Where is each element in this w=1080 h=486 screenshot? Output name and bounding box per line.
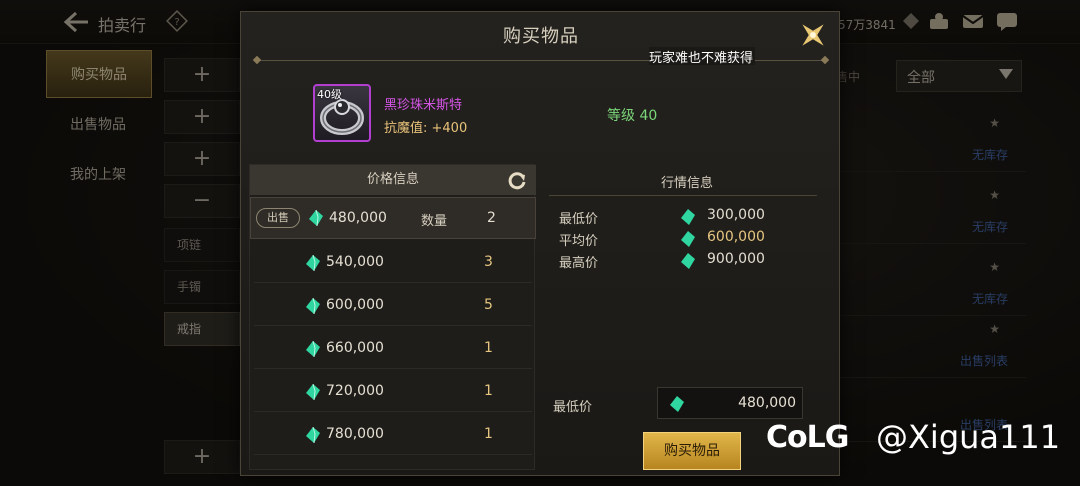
gem-icon: [306, 341, 320, 357]
min-price-label: 最低价: [559, 212, 599, 227]
gem-icon: [309, 210, 323, 226]
price-info-header: 价格信息: [250, 165, 536, 195]
price-row[interactable]: 540,000 3: [254, 241, 532, 283]
watermark-handle: @Xigua111: [876, 418, 1061, 456]
item-icon-frame[interactable]: 40级: [313, 84, 371, 142]
min-price-value: 300,000: [707, 207, 765, 223]
price-value: 540,000: [326, 254, 384, 270]
gem-icon: [306, 298, 320, 314]
price-value: 720,000: [326, 383, 384, 399]
price-value: 480,000: [329, 210, 387, 226]
close-icon[interactable]: [796, 18, 830, 52]
quantity-value: 3: [484, 254, 493, 270]
price-row[interactable]: 600,000 5: [254, 284, 532, 326]
lowest-price-label: 最低价: [553, 400, 593, 415]
gem-icon: [681, 209, 695, 225]
lowest-price-field[interactable]: 480,000: [657, 387, 803, 419]
quantity-value: 1: [484, 426, 493, 442]
refresh-icon[interactable]: [506, 169, 528, 191]
item-name: 黑珍珠米斯特: [384, 98, 463, 113]
price-value: 780,000: [326, 426, 384, 442]
price-info-title: 价格信息: [366, 172, 419, 187]
watermark-logo: CoLG: [766, 420, 849, 455]
market-info-title: 行情信息: [660, 176, 713, 191]
gem-icon: [670, 396, 684, 412]
price-value: 660,000: [326, 340, 384, 356]
item-stat: 抗魔值: +400: [384, 121, 468, 136]
dialog-title: 购买物品: [503, 26, 579, 47]
gem-icon: [681, 231, 695, 247]
gem-icon: [306, 255, 320, 271]
gem-icon: [681, 253, 695, 269]
quantity-value: 1: [484, 383, 493, 399]
price-row[interactable]: 660,000 1: [254, 327, 532, 369]
price-value: 600,000: [326, 297, 384, 313]
quantity-value: 5: [484, 297, 493, 313]
gem-icon: [306, 427, 320, 443]
item-level-tag: 40级: [317, 88, 342, 101]
max-price-label: 最高价: [559, 256, 599, 271]
avg-price-value: 600,000: [707, 229, 765, 245]
price-row-selected[interactable]: 出售 480,000 数量 2: [250, 197, 536, 239]
avg-price-label: 平均价: [559, 234, 599, 249]
price-row[interactable]: 720,000 1: [254, 370, 532, 412]
price-row[interactable]: 780,000 1: [254, 413, 532, 455]
quantity-value: 2: [487, 210, 496, 226]
quantity-label: 数量: [421, 214, 448, 229]
max-price-value: 900,000: [707, 251, 765, 267]
buy-item-button[interactable]: 购买物品: [643, 432, 741, 470]
quantity-value: 1: [484, 340, 493, 356]
price-info-panel: 价格信息 出售 480,000 数量 2 540,000 3 600,000 5…: [249, 164, 536, 470]
gem-icon: [306, 384, 320, 400]
lowest-price-value: 480,000: [738, 395, 796, 411]
buy-item-dialog: 购买物品 玩家难也不难获得 40级 黑珍珠米斯特 抗魔值: +400 等级 40…: [240, 11, 840, 476]
scrolling-notice: 玩家难也不难获得: [649, 47, 755, 65]
sell-badge: 出售: [256, 208, 300, 228]
market-divider: [549, 195, 817, 196]
item-level-requirement: 等级 40: [607, 108, 658, 124]
